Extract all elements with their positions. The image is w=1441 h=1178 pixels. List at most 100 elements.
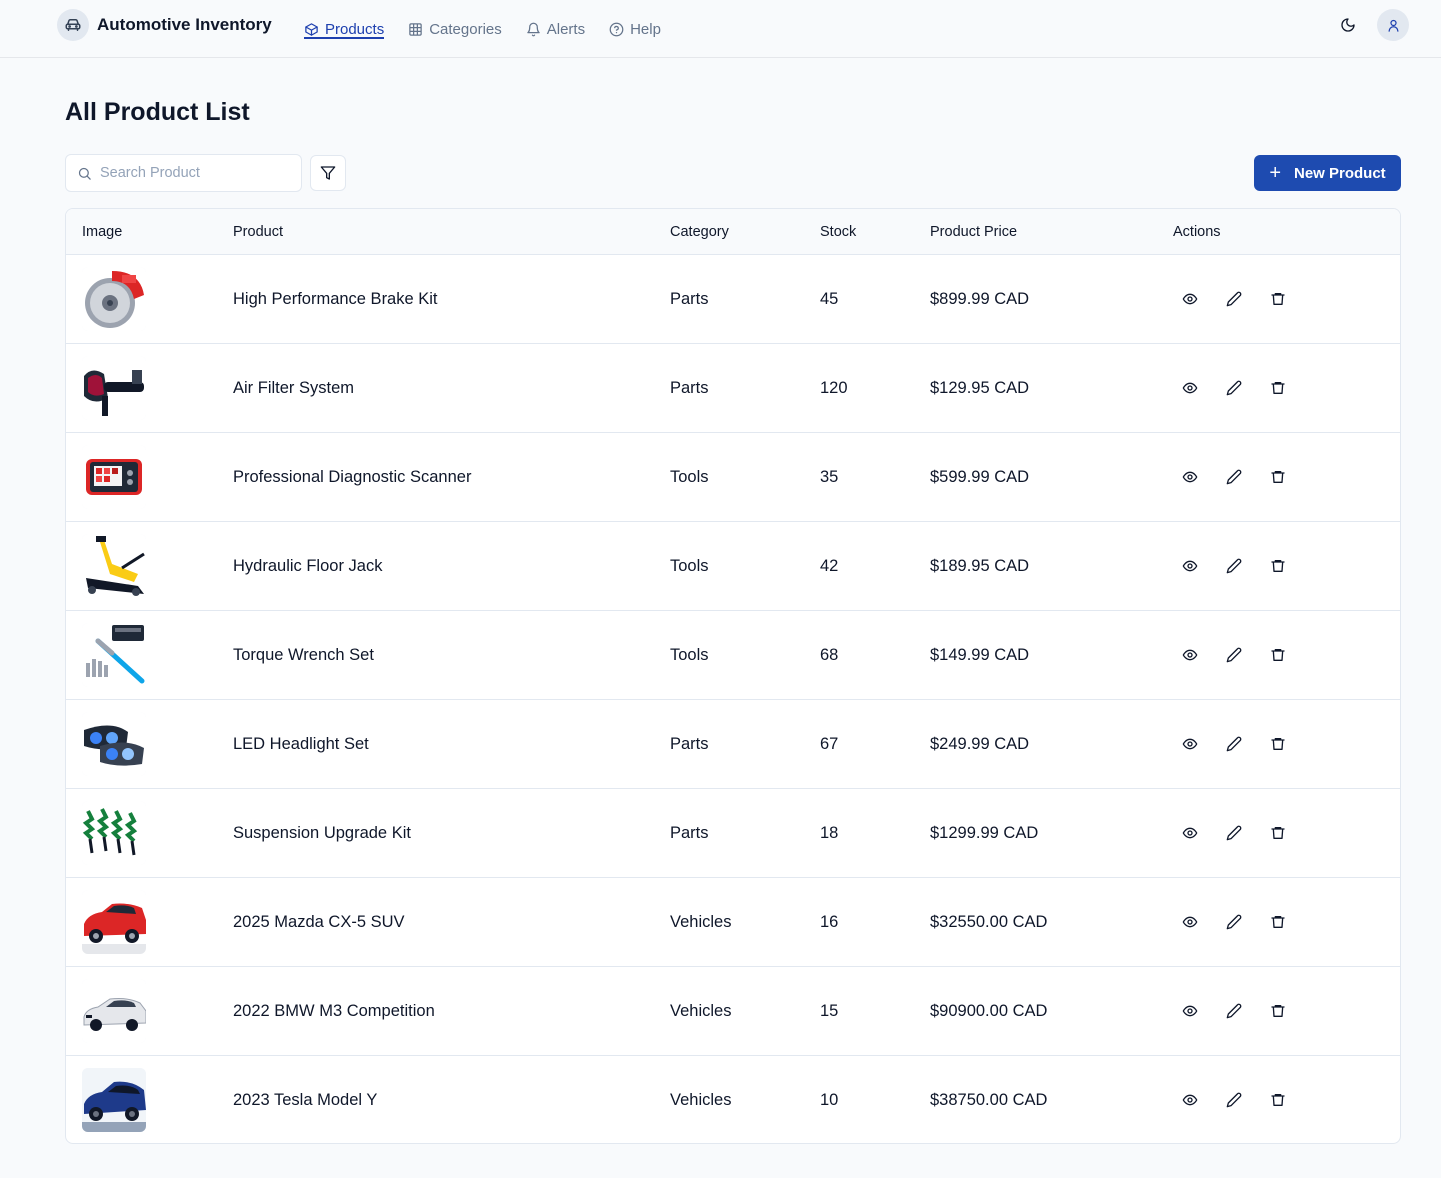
- table-row: Torque Wrench Set Tools 68 $149.99 CAD: [66, 611, 1400, 700]
- nav-help-label: Help: [630, 20, 661, 38]
- nav-categories[interactable]: Categories: [408, 0, 502, 58]
- edit-icon[interactable]: [1224, 1090, 1244, 1110]
- table-row: 2023 Tesla Model Y Vehicles 10 $38750.00 CA…: [66, 1056, 1400, 1143]
- product-image: [82, 445, 146, 509]
- view-icon[interactable]: [1180, 378, 1200, 398]
- user-avatar-button[interactable]: [1377, 9, 1409, 41]
- main-nav: Products Categories Alerts Help: [304, 0, 685, 58]
- row-actions: [1180, 1090, 1312, 1110]
- brand[interactable]: Automotive Inventory: [57, 9, 272, 41]
- product-stock: 35: [820, 468, 839, 486]
- delete-icon[interactable]: [1268, 289, 1288, 309]
- nav-alerts-label: Alerts: [546, 20, 586, 38]
- delete-icon[interactable]: [1268, 556, 1288, 576]
- delete-icon[interactable]: [1268, 378, 1288, 398]
- top-right-controls: [1332, 9, 1409, 41]
- delete-icon[interactable]: [1268, 1090, 1288, 1110]
- product-image: [82, 890, 146, 954]
- product-name: Torque Wrench Set: [233, 646, 374, 664]
- edit-icon[interactable]: [1224, 1001, 1244, 1021]
- search-box: [65, 154, 302, 192]
- theme-toggle-button[interactable]: [1332, 9, 1364, 41]
- view-icon[interactable]: [1180, 1001, 1200, 1021]
- top-navbar: Automotive Inventory Products Categories…: [0, 0, 1441, 58]
- product-stock: 16: [820, 913, 839, 931]
- nav-alerts[interactable]: Alerts: [526, 0, 585, 58]
- product-name: Suspension Upgrade Kit: [233, 824, 411, 842]
- nav-products[interactable]: Products: [304, 0, 385, 58]
- product-image: [82, 801, 146, 865]
- product-price: $249.99 CAD: [930, 735, 1030, 753]
- product-category: Vehicles: [670, 1091, 732, 1109]
- help-circle-icon: [609, 22, 624, 36]
- new-product-label: New Product: [1294, 164, 1386, 182]
- nav-help[interactable]: Help: [609, 0, 661, 58]
- product-stock: 15: [820, 1002, 839, 1020]
- view-icon[interactable]: [1180, 645, 1200, 665]
- view-icon[interactable]: [1180, 734, 1200, 754]
- edit-icon[interactable]: [1224, 645, 1244, 665]
- product-name: LED Headlight Set: [233, 735, 369, 753]
- delete-icon[interactable]: [1268, 734, 1288, 754]
- edit-icon[interactable]: [1224, 378, 1244, 398]
- product-name: 2023 Tesla Model Y: [233, 1091, 378, 1109]
- product-image: [82, 712, 146, 776]
- view-icon[interactable]: [1180, 912, 1200, 932]
- table-row: 2022 BMW M3 Competition Vehicles 15 $90900.…: [66, 967, 1400, 1056]
- product-stock: 45: [820, 290, 839, 308]
- new-product-button[interactable]: + New Product: [1254, 155, 1401, 191]
- delete-icon[interactable]: [1268, 823, 1288, 843]
- product-category: Parts: [670, 735, 709, 753]
- row-actions: [1180, 734, 1312, 754]
- product-image: [82, 267, 146, 331]
- product-category: Parts: [670, 290, 709, 308]
- search-icon: [78, 167, 91, 180]
- product-image: [82, 356, 146, 420]
- product-table: Image Product Category Stock Product Pri…: [65, 208, 1401, 1144]
- table-row: 2025 Mazda CX-5 SUV Vehicles 16 $32550.00 C…: [66, 878, 1400, 967]
- filter-button[interactable]: [310, 155, 346, 191]
- edit-icon[interactable]: [1224, 556, 1244, 576]
- edit-icon[interactable]: [1224, 823, 1244, 843]
- row-actions: [1180, 556, 1312, 576]
- product-image: [82, 1068, 146, 1132]
- grid-icon: [409, 22, 422, 36]
- product-image: [82, 534, 146, 598]
- product-name: Air Filter System: [233, 379, 355, 397]
- edit-icon[interactable]: [1224, 734, 1244, 754]
- product-stock: 10: [820, 1091, 839, 1109]
- filter-icon: [320, 166, 336, 180]
- product-name: 2022 BMW M3 Competition: [233, 1002, 435, 1020]
- delete-icon[interactable]: [1268, 912, 1288, 932]
- delete-icon[interactable]: [1268, 467, 1288, 487]
- product-category: Tools: [670, 557, 709, 575]
- view-icon[interactable]: [1180, 556, 1200, 576]
- delete-icon[interactable]: [1268, 645, 1288, 665]
- brand-name: Automotive Inventory: [97, 15, 272, 34]
- product-price: $899.99 CAD: [930, 290, 1030, 308]
- row-actions: [1180, 467, 1312, 487]
- view-icon[interactable]: [1180, 289, 1200, 309]
- edit-icon[interactable]: [1224, 912, 1244, 932]
- product-price: $90900.00 CAD: [930, 1002, 1048, 1020]
- nav-categories-label: Categories: [429, 20, 502, 38]
- row-actions: [1180, 912, 1312, 932]
- edit-icon[interactable]: [1224, 467, 1244, 487]
- product-price: $149.99 CAD: [930, 646, 1030, 664]
- product-stock: 18: [820, 824, 839, 842]
- view-icon[interactable]: [1180, 823, 1200, 843]
- search-input[interactable]: [100, 165, 290, 181]
- row-actions: [1180, 1001, 1312, 1021]
- column-header-category: Category: [670, 224, 729, 240]
- column-header-price: Product Price: [930, 224, 1018, 240]
- product-category: Parts: [670, 824, 709, 842]
- product-image: [82, 979, 146, 1043]
- delete-icon[interactable]: [1268, 1001, 1288, 1021]
- product-category: Vehicles: [670, 913, 732, 931]
- view-icon[interactable]: [1180, 467, 1200, 487]
- car-icon: [57, 9, 89, 41]
- table-row: Hydraulic Floor Jack Tools 42 $189.95 CAD: [66, 522, 1400, 611]
- view-icon[interactable]: [1180, 1090, 1200, 1110]
- edit-icon[interactable]: [1224, 289, 1244, 309]
- product-price: $32550.00 CAD: [930, 913, 1048, 931]
